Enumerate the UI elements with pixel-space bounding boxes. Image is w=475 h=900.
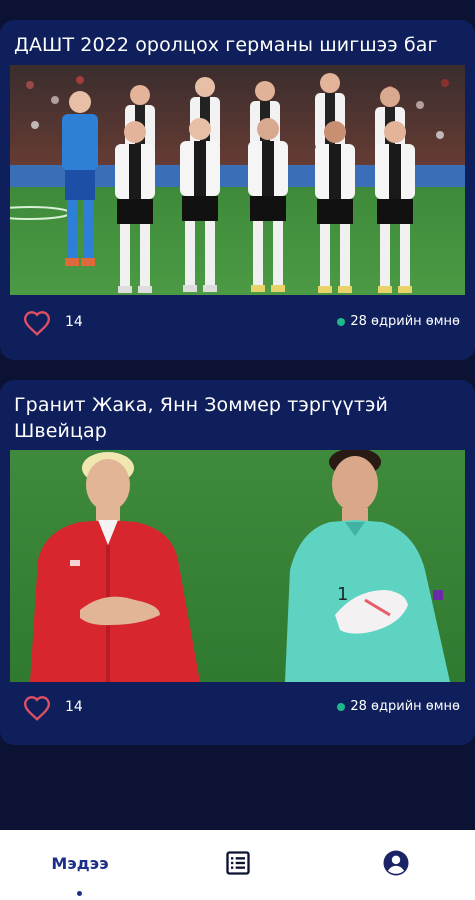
- switzerland-players-photo: 1: [10, 450, 465, 682]
- active-indicator-dot: [77, 891, 82, 896]
- like-count: 14: [65, 699, 83, 715]
- news-card[interactable]: Гранит Жака, Янн Зоммер тэргүүтэй Швейца…: [0, 380, 475, 745]
- nav-list-tab[interactable]: [208, 830, 268, 900]
- nav-news-tab[interactable]: Мэдээ: [30, 830, 130, 900]
- status-dot-icon: [337, 702, 346, 711]
- bottom-nav: Мэдээ: [0, 830, 475, 900]
- like-count: 14: [65, 314, 83, 330]
- heart-icon[interactable]: [22, 695, 52, 721]
- news-feed: ДАШТ 2022 оролцох германы шигшээ баг 14 …: [0, 0, 475, 830]
- status-dot-icon: [337, 317, 346, 326]
- list-icon: [224, 849, 252, 881]
- news-image[interactable]: 1: [10, 450, 465, 682]
- card-footer: 14 28 өдрийн өмнө: [0, 308, 475, 338]
- publish-time: 28 өдрийн өмнө: [337, 699, 460, 714]
- heart-icon[interactable]: [22, 310, 52, 336]
- time-label: 28 өдрийн өмнө: [350, 699, 460, 714]
- nav-news-label: Мэдээ: [51, 853, 109, 873]
- svg-text:1: 1: [337, 584, 348, 605]
- news-card[interactable]: ДАШТ 2022 оролцох германы шигшээ баг 14 …: [0, 20, 475, 360]
- profile-icon: [381, 848, 411, 882]
- news-title[interactable]: ДАШТ 2022 оролцох германы шигшээ баг: [14, 32, 463, 58]
- time-label: 28 өдрийн өмнө: [350, 314, 460, 329]
- card-footer: 14 28 өдрийн өмнө: [0, 693, 475, 723]
- news-image[interactable]: [10, 65, 465, 295]
- germany-team-photo: [10, 65, 465, 295]
- news-title[interactable]: Гранит Жака, Янн Зоммер тэргүүтэй Швейца…: [14, 392, 463, 444]
- publish-time: 28 өдрийн өмнө: [337, 314, 460, 329]
- nav-profile-tab[interactable]: [366, 830, 426, 900]
